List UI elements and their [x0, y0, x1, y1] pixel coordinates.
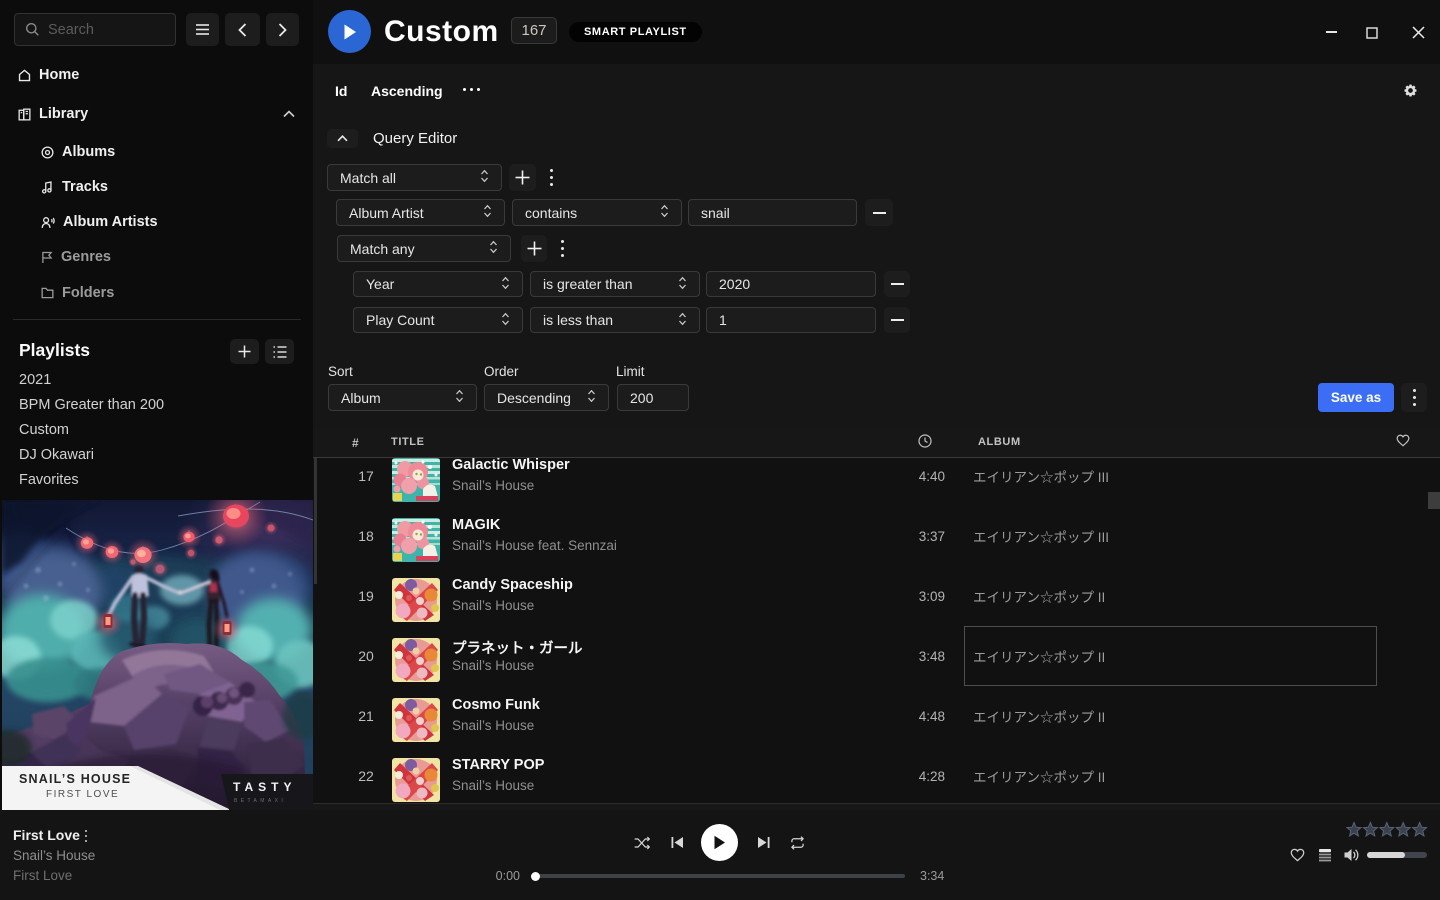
svg-text:SNAIL’S HOUSE: SNAIL’S HOUSE	[19, 772, 131, 786]
svg-text:BETAMAXI: BETAMAXI	[234, 798, 286, 804]
svg-text:TASTY: TASTY	[233, 780, 296, 794]
svg-text:FIRST LOVE: FIRST LOVE	[46, 789, 119, 800]
